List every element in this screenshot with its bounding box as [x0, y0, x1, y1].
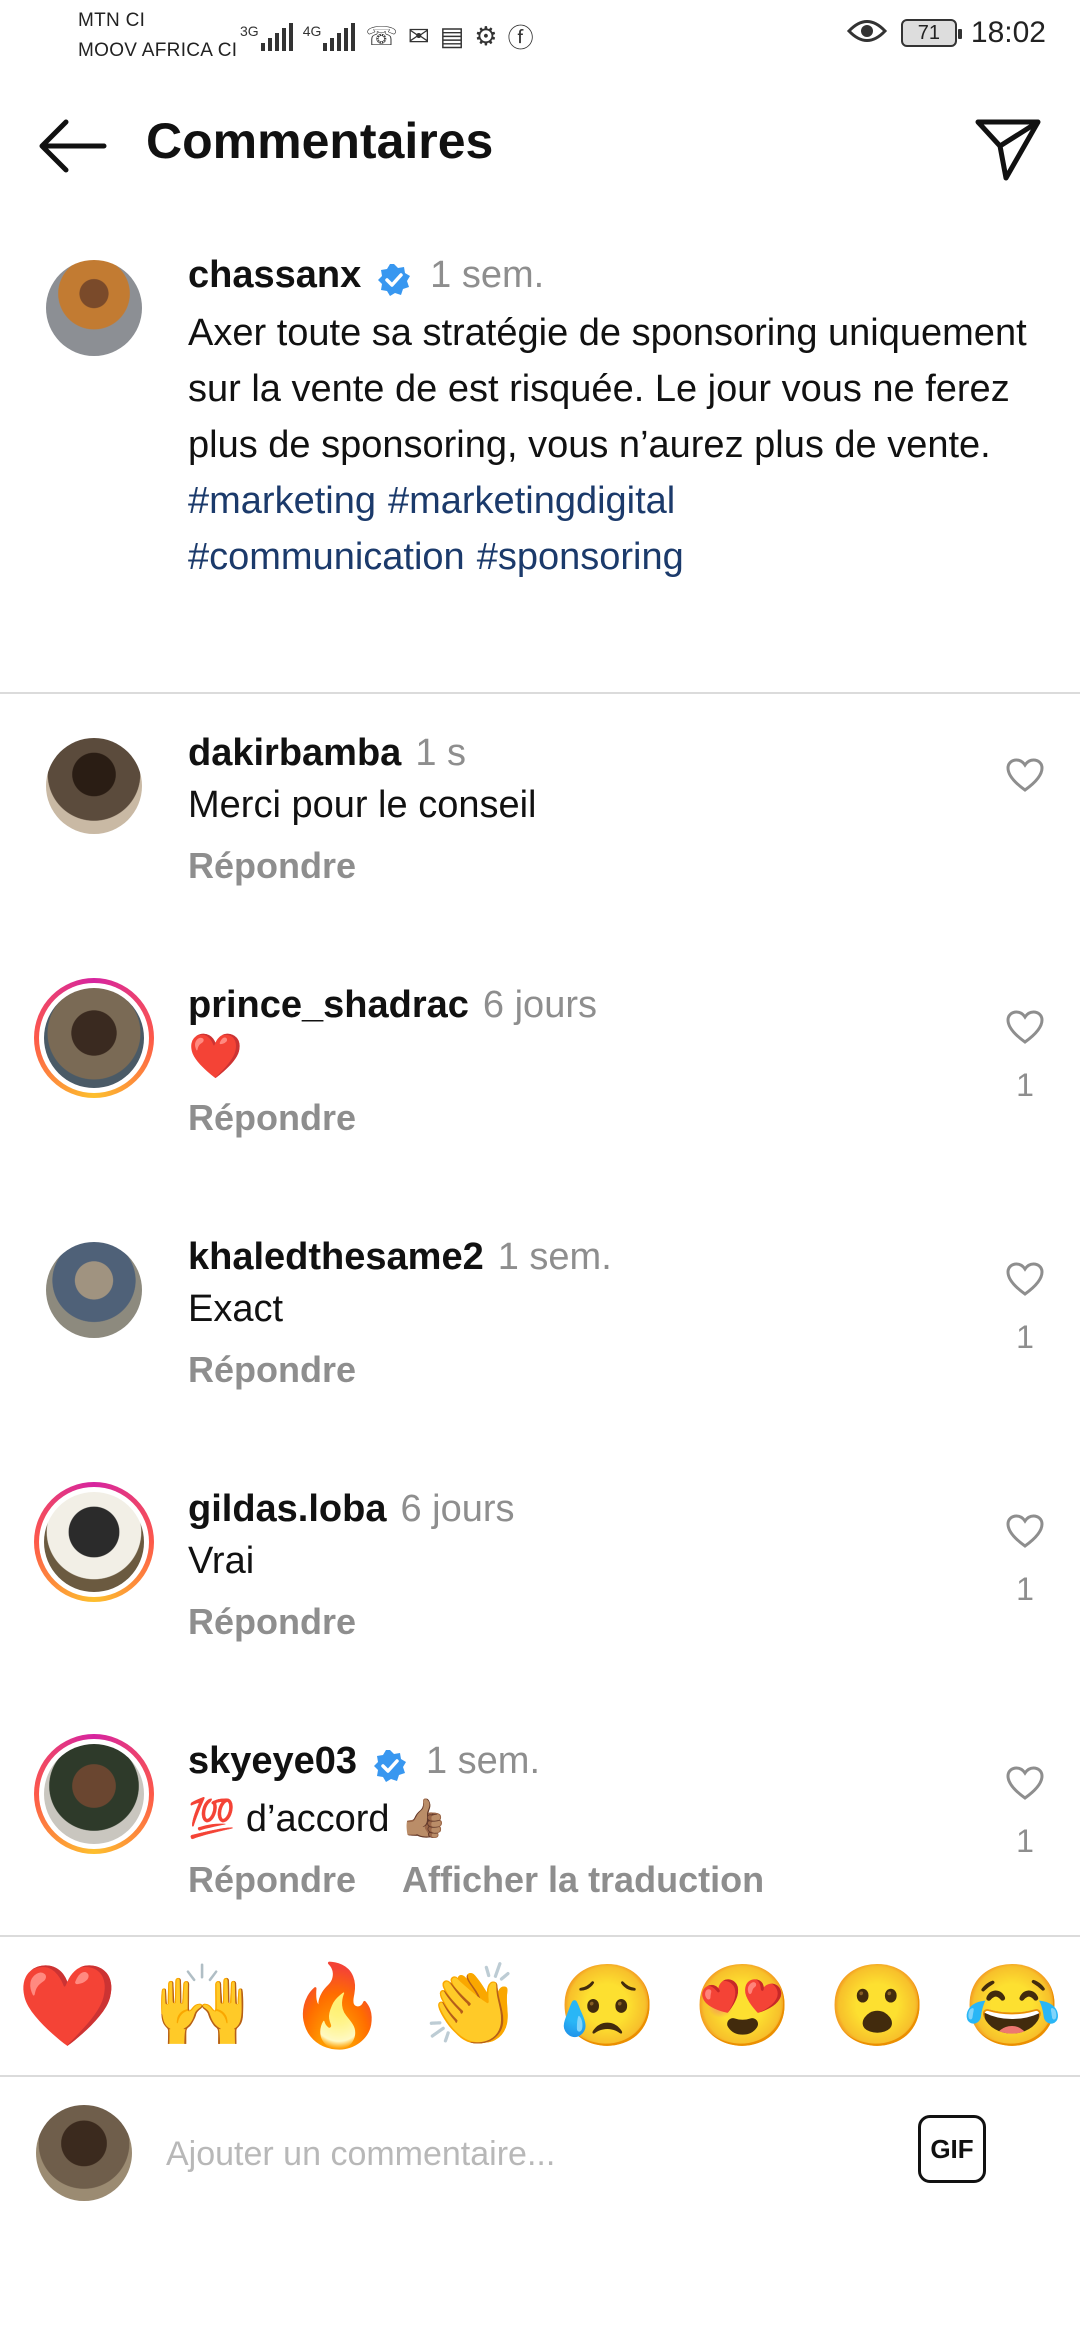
status-bar: MTN CI MOOV AFRICA CI 3G 4G ☏ ✉ ▤ ⚙ ⓕ 71…	[0, 0, 1080, 70]
comment-text: Merci pour le conseil	[188, 784, 537, 826]
comment-username[interactable]: gildas.loba	[188, 1488, 386, 1530]
comment-username[interactable]: dakirbamba	[188, 732, 401, 774]
caption-timestamp: 1 sem.	[430, 254, 545, 296]
like-heart-icon[interactable]	[1006, 1010, 1044, 1048]
battery-indicator: 71	[900, 19, 962, 47]
header: Commentaires	[0, 90, 1080, 200]
caption-text: Axer toute sa stratégie de sponsoring un…	[188, 312, 1027, 467]
carrier-2: MOOV AFRICA CI	[78, 40, 238, 61]
back-button[interactable]	[36, 116, 108, 176]
avatar[interactable]	[46, 1242, 142, 1338]
comment-text: Exact	[188, 1288, 284, 1330]
comment-item: gildas.loba 6 jours Vrai Répondre 1	[0, 1482, 1080, 1744]
like-heart-icon[interactable]	[1006, 1262, 1044, 1300]
like-heart-icon[interactable]	[1006, 1766, 1044, 1804]
like-count: 1	[1016, 1067, 1034, 1103]
emoji-sad[interactable]: 😥	[558, 1959, 658, 2053]
comment-item: khaledthesame2 1 sem. Exact Répondre 1	[0, 1236, 1080, 1492]
emoji-raised-hands[interactable]: 🙌	[153, 1959, 253, 2053]
comment-timestamp: 1 sem.	[497, 1236, 612, 1278]
reply-button[interactable]: Répondre	[188, 1097, 356, 1138]
avatar[interactable]	[34, 978, 154, 1098]
avatar[interactable]	[46, 260, 142, 356]
comment-username[interactable]: skyeye03	[188, 1740, 357, 1782]
comment-text: Vrai	[188, 1540, 255, 1582]
eye-icon	[846, 18, 887, 49]
comment-text: 💯 d’accord 👍🏽	[188, 1798, 448, 1841]
avatar[interactable]	[34, 1734, 154, 1854]
reply-button[interactable]: Répondre	[188, 1859, 356, 1900]
comment-username[interactable]: prince_shadrac	[188, 984, 469, 1026]
gmail-icon: ✉	[407, 21, 430, 51]
like-count: 1	[1016, 1571, 1034, 1607]
emoji-clap[interactable]: 👏	[423, 1959, 523, 2053]
see-translation-button[interactable]: Afficher la traduction	[402, 1859, 764, 1900]
verified-badge-icon	[376, 262, 412, 303]
back-arrow-icon	[39, 119, 107, 173]
hashtag-link[interactable]: #marketingdigital	[388, 480, 675, 522]
facebook-icon: ⓕ	[507, 23, 534, 53]
verified-badge-icon	[372, 1748, 408, 1789]
emoji-fire[interactable]: 🔥	[288, 1959, 388, 2053]
share-button[interactable]	[972, 112, 1044, 184]
comment-composer: GIF	[0, 2077, 1080, 2227]
avatar	[36, 2105, 132, 2201]
comment-text: ❤️	[188, 1032, 243, 1081]
caption-username[interactable]: chassanx	[188, 254, 361, 296]
missed-call-icon: ☏	[365, 21, 398, 51]
emoji-heart-eyes[interactable]: 😍	[693, 1959, 793, 2053]
quick-emoji-bar: ❤️ 🙌 🔥 👏 😥 😍 😮 😂	[0, 1935, 1080, 2077]
send-icon	[975, 119, 1041, 181]
comment-timestamp: 6 jours	[482, 984, 597, 1026]
emoji-heart[interactable]: ❤️	[18, 1959, 118, 2053]
clock: 18:02	[970, 16, 1046, 49]
reply-button[interactable]: Répondre	[188, 845, 356, 886]
carrier-1: MTN CI	[78, 10, 146, 31]
emoji-wow[interactable]: 😮	[828, 1959, 928, 2053]
page-title: Commentaires	[146, 113, 494, 169]
hashtag-link[interactable]: #sponsoring	[477, 536, 684, 578]
settings-icon: ⚙	[474, 21, 498, 51]
comment-item: dakirbamba 1 s Merci pour le conseil Répo…	[0, 732, 1080, 988]
hashtag-link[interactable]: #communication	[188, 536, 465, 578]
comment-timestamp: 1 sem.	[425, 1740, 541, 1782]
comment-input[interactable]	[164, 2123, 888, 2185]
avatar[interactable]	[46, 738, 142, 834]
signal-2-icon: 4G	[303, 22, 356, 51]
comment-timestamp: 1 s	[415, 732, 467, 774]
like-count: 1	[1016, 1823, 1034, 1859]
hashtag-link[interactable]: #marketing	[188, 480, 376, 522]
status-icons: 3G 4G ☏ ✉ ▤ ⚙ ⓕ	[240, 18, 534, 55]
comment-item: prince_shadrac 6 jours ❤️ Répondre 1	[0, 978, 1080, 1240]
emoji-laugh[interactable]: 😂	[963, 1959, 1063, 2053]
signal-1-icon: 3G	[240, 22, 293, 51]
message-icon: ▤	[439, 21, 465, 51]
reply-button[interactable]: Répondre	[188, 1601, 356, 1642]
gif-button[interactable]: GIF	[918, 2115, 986, 2183]
comment-timestamp: 6 jours	[400, 1488, 515, 1530]
hashtags: #marketing #marketingdigital #communicati…	[188, 473, 1038, 585]
like-heart-icon[interactable]	[1006, 758, 1044, 796]
comment-username[interactable]: khaledthesame2	[188, 1236, 484, 1278]
avatar[interactable]	[34, 1482, 154, 1602]
like-heart-icon[interactable]	[1006, 1514, 1044, 1552]
reply-button[interactable]: Répondre	[188, 1349, 356, 1390]
like-count: 1	[1016, 1319, 1034, 1355]
divider	[0, 692, 1080, 694]
